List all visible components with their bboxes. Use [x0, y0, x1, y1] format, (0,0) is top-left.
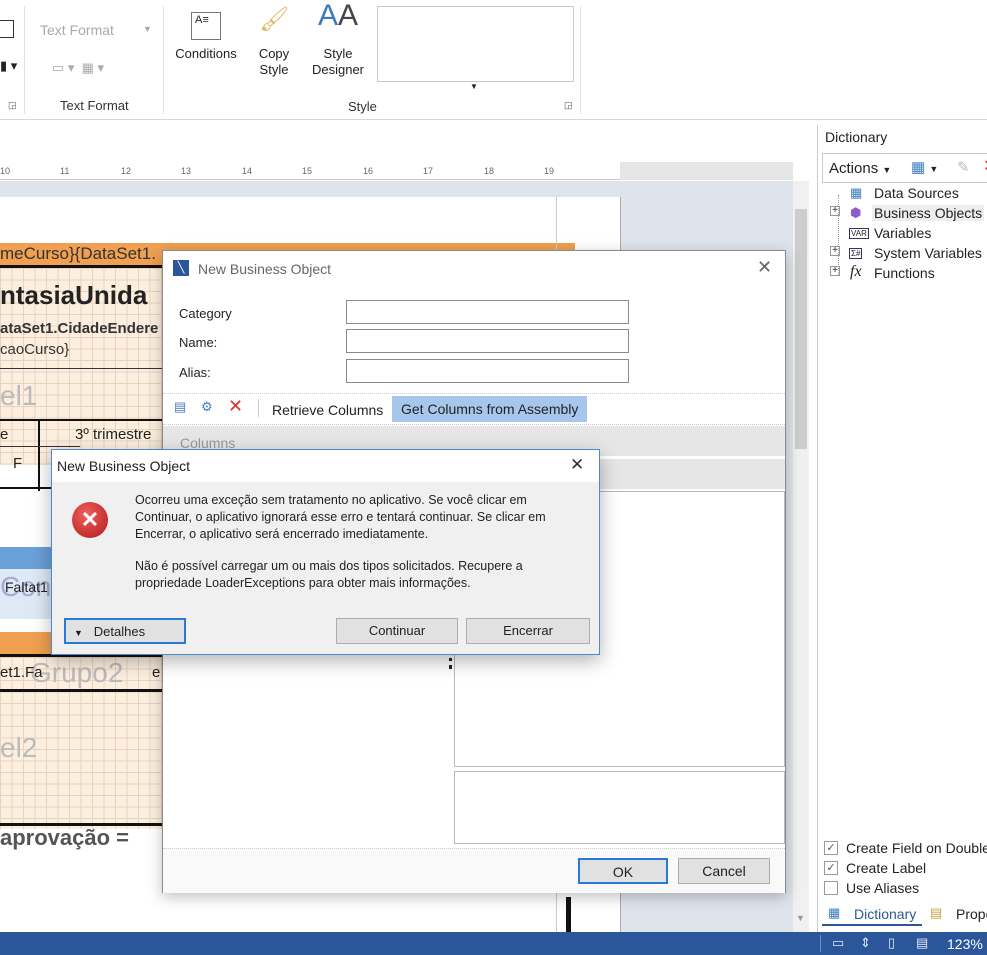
get-columns-from-assembly-button[interactable]: Get Columns from Assembly	[392, 396, 588, 422]
checkbox	[824, 881, 838, 895]
option-use-aliases[interactable]: Use Aliases	[824, 879, 987, 899]
details-button[interactable]: ▼ Detalhes	[64, 618, 186, 644]
properties-tab-icon: ▤	[930, 905, 943, 920]
text-format-combo[interactable]: Text Format	[40, 22, 114, 38]
new-column-icon[interactable]: ▤	[174, 399, 186, 415]
style-gallery[interactable]	[377, 6, 574, 82]
zoom-100-icon[interactable]: ▤	[916, 935, 928, 951]
description-box	[454, 771, 785, 844]
scroll-down-icon[interactable]: ▼	[796, 913, 805, 923]
close-icon[interactable]: ✕	[570, 455, 584, 475]
fit-height-icon[interactable]: ⇕	[860, 935, 871, 951]
new-data-source-icon[interactable]: ▦ ▼	[911, 158, 938, 176]
tree-functions[interactable]: + fx Functions	[818, 263, 987, 285]
canvas-scrollbar[interactable]: ▼	[793, 181, 809, 932]
error-dialog-titlebar: New Business Object ✕	[52, 450, 599, 482]
checkbox[interactable]: ✓	[824, 841, 838, 855]
functions-icon: fx	[850, 263, 862, 280]
status-bar: ▭ ⇕ ▯ ▤ 123%	[0, 932, 987, 955]
format-icons[interactable]: ▭ ▾ ▦ ▾	[52, 60, 104, 76]
option-create-label[interactable]: ✓ Create Label	[824, 859, 987, 879]
expand-icon[interactable]: +	[830, 206, 840, 216]
error-icon: ✕	[72, 502, 108, 538]
gallery-dropdown-icon[interactable]: ▼	[470, 82, 478, 91]
error-dialog-title: New Business Object	[57, 458, 191, 474]
conditions-button[interactable]: A≡ Conditions	[170, 8, 242, 62]
ok-button[interactable]: OK	[578, 858, 668, 884]
tab-properties[interactable]: ▤Prope	[928, 902, 987, 926]
ribbon: ▮ ▾ ◲ Text Format ▼ ▭ ▾ ▦ ▾ Text Format …	[0, 0, 987, 120]
category-field[interactable]	[346, 300, 629, 324]
edit-icon[interactable]: ✎	[957, 158, 970, 176]
business-objects-icon: ⬢	[850, 205, 862, 220]
copy-style-button[interactable]: 🖌 Copy Style	[250, 8, 298, 78]
scroll-thumb[interactable]	[795, 209, 807, 449]
paintbrush-icon: 🖌	[259, 6, 290, 33]
option-create-field[interactable]: ✓Create Field on Double C	[824, 839, 987, 859]
chevron-down-icon: ▼	[143, 24, 152, 34]
system-variables-icon: Σ#	[849, 248, 863, 259]
cancel-button[interactable]: Cancel	[678, 858, 770, 884]
dialog-launcher-icon[interactable]: ◲	[564, 100, 573, 111]
alias-field[interactable]	[346, 359, 629, 383]
style-designer-button[interactable]: AA Style Designer	[308, 0, 368, 78]
dictionary-tab-icon: ▦	[828, 905, 841, 920]
dialog-launcher-icon[interactable]: ◲	[8, 100, 17, 111]
tree-business-objects[interactable]: + ⬢ Business Objects	[818, 205, 987, 225]
conditions-icon: A≡	[191, 12, 221, 40]
style-group-label: Style	[348, 99, 377, 114]
tree-system-variables[interactable]: + Σ# System Variables	[818, 245, 987, 265]
fit-width-icon[interactable]: ▭	[832, 935, 844, 951]
one-page-icon[interactable]: ▯	[888, 935, 895, 951]
expand-icon[interactable]: +	[830, 246, 840, 256]
line-style-button[interactable]: ▮ ▾	[0, 58, 17, 74]
error-message: Ocorreu uma exceção sem tratamento no ap…	[135, 493, 546, 541]
data-sources-icon: ▦	[850, 185, 863, 200]
tab-dictionary[interactable]: ▦ Dictionary	[822, 902, 922, 926]
zoom-level[interactable]: 123%	[947, 936, 983, 952]
ruler: 10 11 12 13 14 15 16 17 18 19	[0, 162, 620, 180]
border-button[interactable]	[0, 20, 14, 38]
actions-button[interactable]: Actions ▼	[829, 160, 891, 177]
variables-icon: VAR	[849, 228, 869, 239]
new-calculated-column-icon[interactable]: ⚙	[201, 399, 213, 415]
dictionary-toolbar: Actions ▼ ▦ ▼ ✎ ✕	[822, 153, 987, 183]
error-dialog: New Business Object ✕ ✕ Ocorreu uma exce…	[51, 449, 600, 655]
tree-data-sources[interactable]: ▦ Data Sources	[818, 185, 987, 205]
close-icon[interactable]: ✕	[757, 257, 772, 278]
checkbox[interactable]: ✓	[824, 861, 838, 875]
style-designer-icon: AA	[317, 0, 359, 32]
tree-variables[interactable]: VAR Variables	[818, 225, 987, 245]
dictionary-panel: Dictionary Actions ▼ ▦ ▼ ✎ ✕ ▦Data Sourc…	[817, 125, 987, 932]
delete-icon[interactable]: ✕	[228, 396, 243, 417]
dialog-app-icon: ╲	[173, 260, 189, 276]
dialog-title: New Business Object	[198, 261, 332, 277]
chevron-down-icon: ▼	[74, 628, 83, 638]
continue-button[interactable]: Continuar	[336, 618, 458, 644]
retrieve-columns-button[interactable]: Retrieve Columns	[272, 402, 383, 418]
quit-button[interactable]: Encerrar	[466, 618, 590, 644]
text-format-group-label: Text Format	[60, 98, 129, 113]
dictionary-title: Dictionary	[825, 129, 888, 145]
delete-icon[interactable]: ✕	[983, 156, 987, 176]
error-detail-message: Não é possível carregar um ou mais dos t…	[135, 559, 523, 590]
expand-icon[interactable]: +	[830, 266, 840, 276]
name-field[interactable]	[346, 329, 629, 353]
